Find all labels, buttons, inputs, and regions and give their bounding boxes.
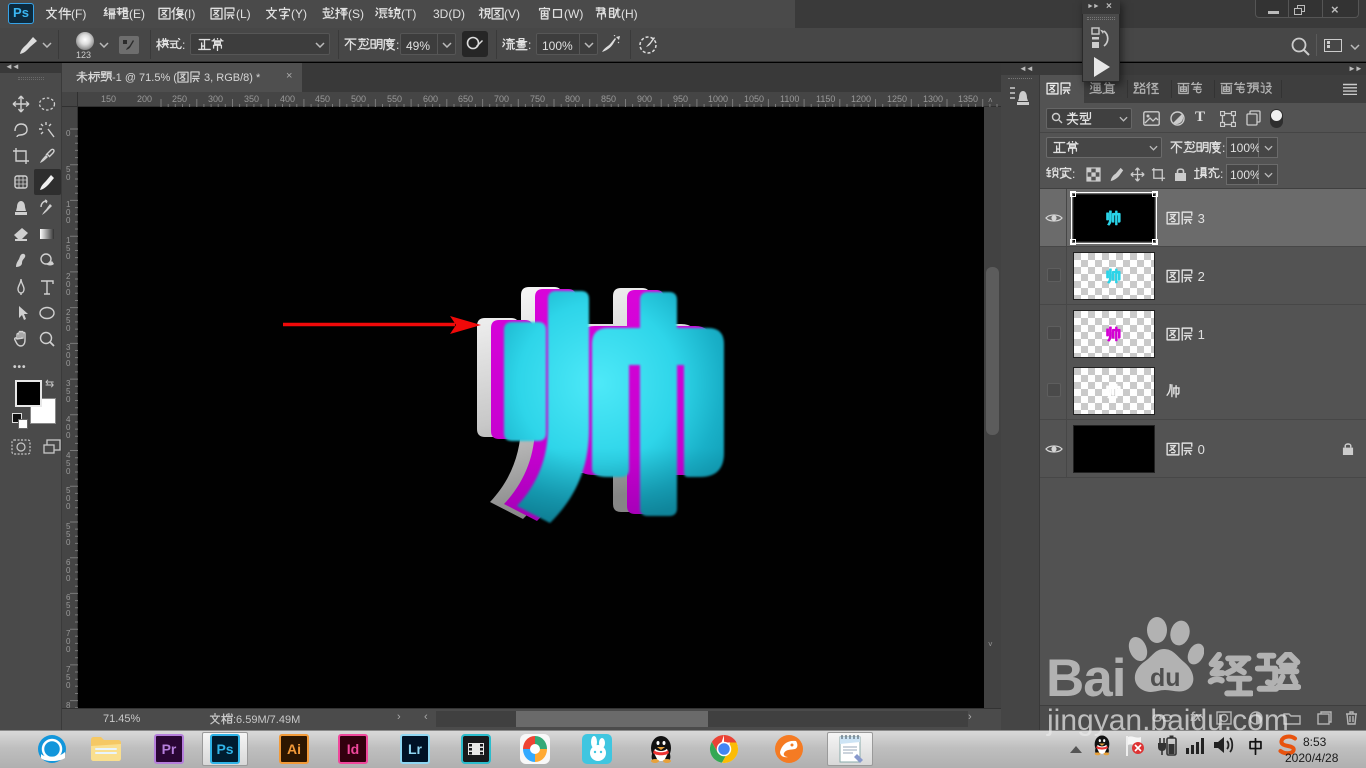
svg-text:du: du — [1150, 664, 1181, 692]
